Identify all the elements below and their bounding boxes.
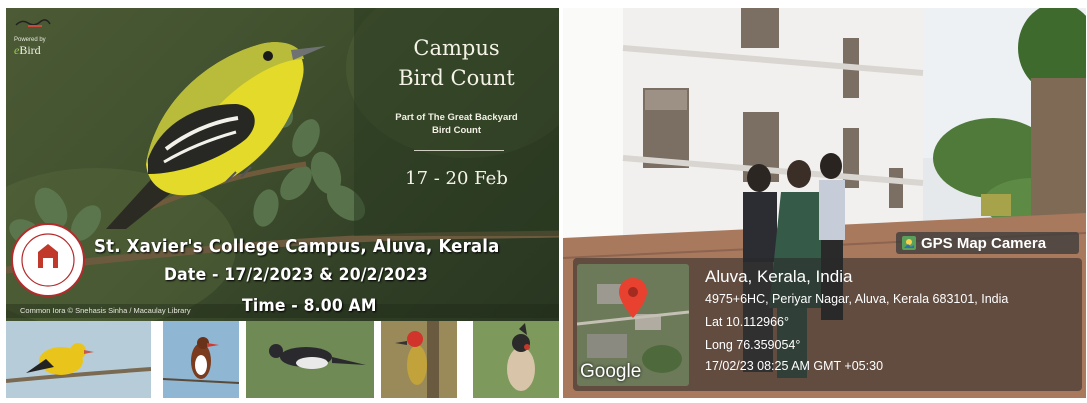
photo-credit: Common Iora © Snehasis Sinha / Macaulay …: [20, 306, 191, 315]
poster-subtitle-line1: Part of The Great Backyard: [395, 112, 518, 123]
event-poster: Powered by eBird Campus Bird Count Part …: [6, 8, 559, 398]
sponsor-logos: Powered by eBird: [14, 14, 64, 56]
poster-title-line1: Campus: [413, 36, 500, 60]
event-venue: St. Xavier's College Campus, Aluva, Kera…: [94, 236, 500, 257]
title-divider: [414, 150, 504, 151]
event-time-line: Time - 8.00 AM: [242, 296, 377, 316]
poster-title-line2: Bird Count: [398, 66, 515, 90]
event-date-line: Date - 17/2/2023 & 20/2/2023: [164, 265, 428, 285]
bird-thumbnail-strip: [6, 321, 559, 398]
gps-location-name: Aluva, Kerala, India: [705, 267, 853, 286]
gps-latitude: Lat 10.112966°: [705, 315, 790, 329]
gbbc-logo-icon: [15, 19, 51, 27]
gps-map-camera-badge: GPS Map Camera: [896, 232, 1079, 254]
geotagged-photo: GPS Map Camera Google Aluva, Kerala, Ind…: [563, 8, 1086, 398]
gps-badge-label: GPS Map Camera: [921, 234, 1047, 252]
golden-oriole-thumbnail: [6, 321, 151, 398]
woodpecker-thumbnail: [381, 321, 457, 398]
gps-address: 4975+6HC, Periyar Nagar, Aluva, Kerala 6…: [705, 292, 1009, 306]
gps-info-panel: Google Aluva, Kerala, India 4975+6HC, Pe…: [573, 258, 1082, 391]
event-dates: 17 - 20 Feb: [405, 168, 508, 189]
bulbul-thumbnail: [473, 321, 559, 398]
magpie-robin-thumbnail: [246, 321, 374, 398]
mini-map: Google: [577, 264, 689, 386]
gps-timestamp: 17/02/23 08:25 AM GMT +05:30: [705, 359, 884, 373]
common-iora-bird: [106, 42, 326, 229]
google-brand-label: Google: [580, 361, 642, 382]
map-camera-icon: [902, 236, 916, 250]
poster-subtitle-line2: Bird Count: [431, 125, 482, 136]
college-seal-logo-icon: [11, 223, 85, 297]
kingfisher-thumbnail: [163, 321, 239, 398]
title-panel: Campus Bird Count Part of The Great Back…: [354, 8, 559, 236]
gps-longitude: Long 76.359054°: [705, 338, 801, 352]
ebird-logo: eBird: [14, 43, 41, 57]
